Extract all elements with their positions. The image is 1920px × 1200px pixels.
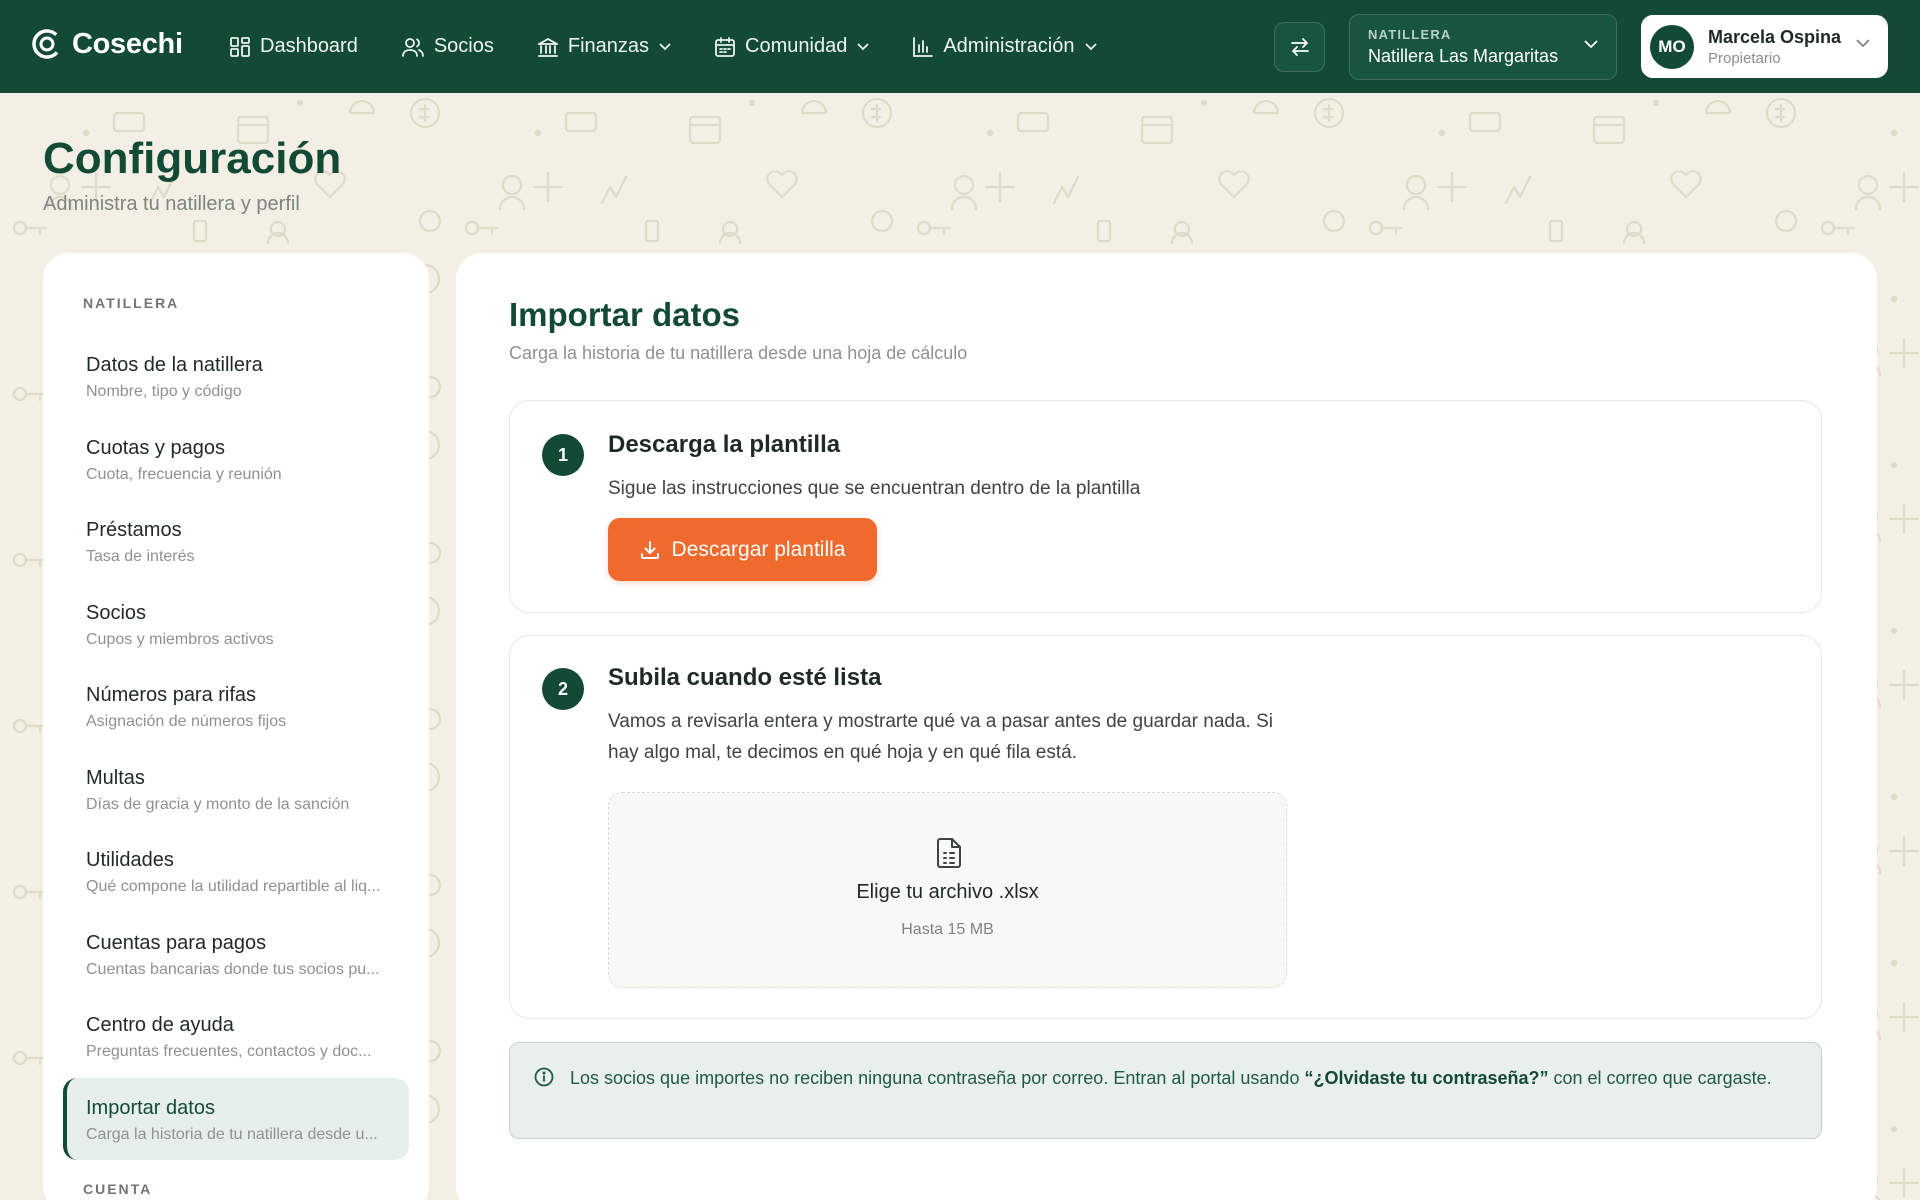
page-title: Configuración (43, 134, 342, 183)
calendar-icon (715, 36, 735, 57)
chevron-down-icon (1584, 40, 1598, 49)
download-icon (640, 540, 659, 559)
switch-natillera-button[interactable] (1274, 22, 1325, 72)
import-data-panel: Importar datos Carga la historia de tu n… (456, 253, 1877, 1200)
sidebar-item-desc: Asignación de números fijos (86, 713, 287, 730)
step-description-line: Vamos a revisarla entera y mostrarte qué… (608, 711, 1274, 732)
nav-administracion[interactable]: Administración (913, 35, 1097, 58)
brand-name: Cosechi (72, 27, 183, 60)
nav-finanzas-label: Finanzas (567, 35, 650, 57)
step-number-badge: 2 (542, 668, 584, 710)
user-info: Marcela Ospina Propietario (1708, 27, 1841, 67)
nav-socios-label: Socios (433, 35, 494, 57)
users-icon (401, 37, 424, 57)
sidebar-item-desc: Qué compone la utilidad repartible al li… (86, 878, 381, 895)
step-description: Sigue las instrucciones que se encuentra… (608, 478, 1141, 499)
avatar: MO (1650, 24, 1694, 69)
user-name: Marcela Ospina (1708, 26, 1842, 47)
sidebar-item-label: Cuentas para pagos (86, 931, 267, 954)
nav-dashboard[interactable]: Dashboard (230, 35, 358, 58)
sidebar-item-label: Números para rifas (86, 684, 257, 706)
step-description-line: hay algo mal, te decimos en qué hoja y e… (608, 742, 1077, 763)
dashboard-grid-icon (230, 36, 250, 57)
notice-text-after: con el correo que cargaste. (1548, 1068, 1772, 1088)
settings-sidebar: NATILLERA Datos de la natillera Nombre, … (43, 253, 429, 1200)
natillera-selector-value: Natillera Las Margaritas (1368, 46, 1559, 66)
sidebar-item-desc: Carga la historia de tu natillera desde … (86, 1125, 378, 1143)
step-title: Descarga la plantilla (608, 431, 841, 458)
chevron-down-icon (1084, 42, 1097, 50)
sidebar-item-label: Socios (86, 601, 147, 624)
info-icon (534, 1067, 554, 1087)
sidebar-item-centro-ayuda[interactable]: Centro de ayuda Preguntas frecuentes, co… (63, 995, 409, 1078)
sidebar-item-label: Préstamos (86, 519, 182, 541)
sidebar-item-desc: Cupos y miembros activos (86, 630, 274, 648)
step-description: Vamos a revisarla entera y mostrarte qué… (608, 706, 1273, 768)
chevron-down-icon (857, 42, 869, 50)
sidebar-section-cuenta: CUENTA (83, 1181, 153, 1197)
sidebar-item-desc: Preguntas frecuentes, contactos y doc... (86, 1043, 372, 1060)
top-navigation-bar: Cosechi Dashboard Socios Finanzas Comuni… (0, 0, 1920, 93)
user-menu-button[interactable]: MO Marcela Ospina Propietario (1641, 15, 1888, 78)
spreadsheet-file-icon (937, 838, 961, 868)
sidebar-item-desc: Cuentas bancarias donde tus socios pu... (86, 960, 380, 978)
sidebar-section-natillera: NATILLERA (83, 295, 180, 311)
nav-comunidad[interactable]: Comunidad (715, 35, 869, 58)
sidebar-item-datos-natillera[interactable]: Datos de la natillera Nombre, tipo y cód… (63, 335, 409, 418)
natillera-selector-label: NATILLERA (1368, 27, 1452, 42)
page-subtitle: Administra tu natillera y perfil (43, 193, 300, 215)
nav-administracion-label: Administración (943, 35, 1075, 57)
sidebar-item-desc: Tasa de interés (86, 548, 195, 565)
chevron-down-icon (659, 42, 671, 50)
swap-arrows-icon (1290, 38, 1309, 56)
file-dropzone[interactable]: Elige tu archivo .xlsx Hasta 15 MB (608, 792, 1287, 988)
dropzone-size-limit: Hasta 15 MB (901, 921, 994, 938)
bank-icon (537, 37, 558, 57)
sidebar-item-desc: Nombre, tipo y código (86, 383, 242, 400)
sidebar-item-desc: Cuota, frecuencia y reunión (86, 465, 282, 483)
notice-text-before: Los socios que importes no reciben ningu… (570, 1068, 1305, 1088)
dropzone-title: Elige tu archivo .xlsx (856, 881, 1039, 903)
nav-finanzas[interactable]: Finanzas (537, 35, 671, 58)
step-upload-file: 2 Subila cuando esté lista Vamos a revis… (509, 635, 1822, 1019)
step-download-template: 1 Descarga la plantilla Sigue las instru… (509, 400, 1822, 613)
sidebar-item-importar-datos[interactable]: Importar datos Carga la historia de tu n… (63, 1077, 409, 1160)
natillera-selector[interactable]: NATILLERA Natillera Las Margaritas (1349, 14, 1617, 80)
section-subtitle: Carga la historia de tu natillera desde … (509, 343, 968, 363)
sidebar-item-label: Cuotas y pagos (86, 436, 225, 459)
sidebar-item-utilidades[interactable]: Utilidades Qué compone la utilidad repar… (63, 830, 409, 913)
sidebar-item-numeros-rifas[interactable]: Números para rifas Asignación de números… (63, 665, 409, 748)
download-template-button[interactable]: Descargar plantilla (608, 518, 877, 581)
bar-chart-icon (913, 36, 934, 57)
section-title: Importar datos (509, 296, 741, 333)
sidebar-item-cuentas-pagos[interactable]: Cuentas para pagos Cuentas bancarias don… (63, 913, 409, 996)
nav-dashboard-label: Dashboard (260, 35, 358, 57)
cosechi-logo-icon (32, 29, 62, 59)
user-role: Propietario (1708, 49, 1781, 67)
step-title: Subila cuando esté lista (608, 664, 882, 691)
brand-logo[interactable]: Cosechi (30, 27, 183, 61)
nav-socios[interactable]: Socios (401, 35, 494, 58)
download-template-label: Descargar plantilla (671, 537, 846, 561)
notice-text: Los socios que importes no reciben ningu… (570, 1064, 1790, 1092)
sidebar-item-label: Centro de ayuda (86, 1014, 234, 1036)
sidebar-item-desc: Días de gracia y monto de la sanción (86, 795, 350, 813)
sidebar-item-multas[interactable]: Multas Días de gracia y monto de la sanc… (63, 748, 409, 831)
sidebar-item-label: Datos de la natillera (86, 354, 263, 376)
sidebar-item-label: Multas (86, 766, 145, 789)
forgot-password-emphasis: “¿Olvidaste tu contraseña?” (1304, 1068, 1549, 1088)
main-nav: Dashboard Socios Finanzas Comunidad Admi… (230, 0, 1141, 93)
sidebar-item-label: Importar datos (86, 1096, 215, 1119)
chevron-down-icon (1856, 39, 1870, 48)
nav-comunidad-label: Comunidad (745, 35, 848, 57)
sidebar-list: Datos de la natillera Nombre, tipo y cód… (43, 335, 429, 1160)
sidebar-item-cuotas-pagos[interactable]: Cuotas y pagos Cuota, frecuencia y reuni… (63, 418, 409, 501)
sidebar-item-prestamos[interactable]: Préstamos Tasa de interés (63, 500, 409, 583)
sidebar-item-socios[interactable]: Socios Cupos y miembros activos (63, 583, 409, 666)
step-number-badge: 1 (542, 434, 584, 476)
sidebar-item-label: Utilidades (86, 849, 174, 871)
password-info-notice: Los socios que importes no reciben ningu… (509, 1042, 1822, 1139)
